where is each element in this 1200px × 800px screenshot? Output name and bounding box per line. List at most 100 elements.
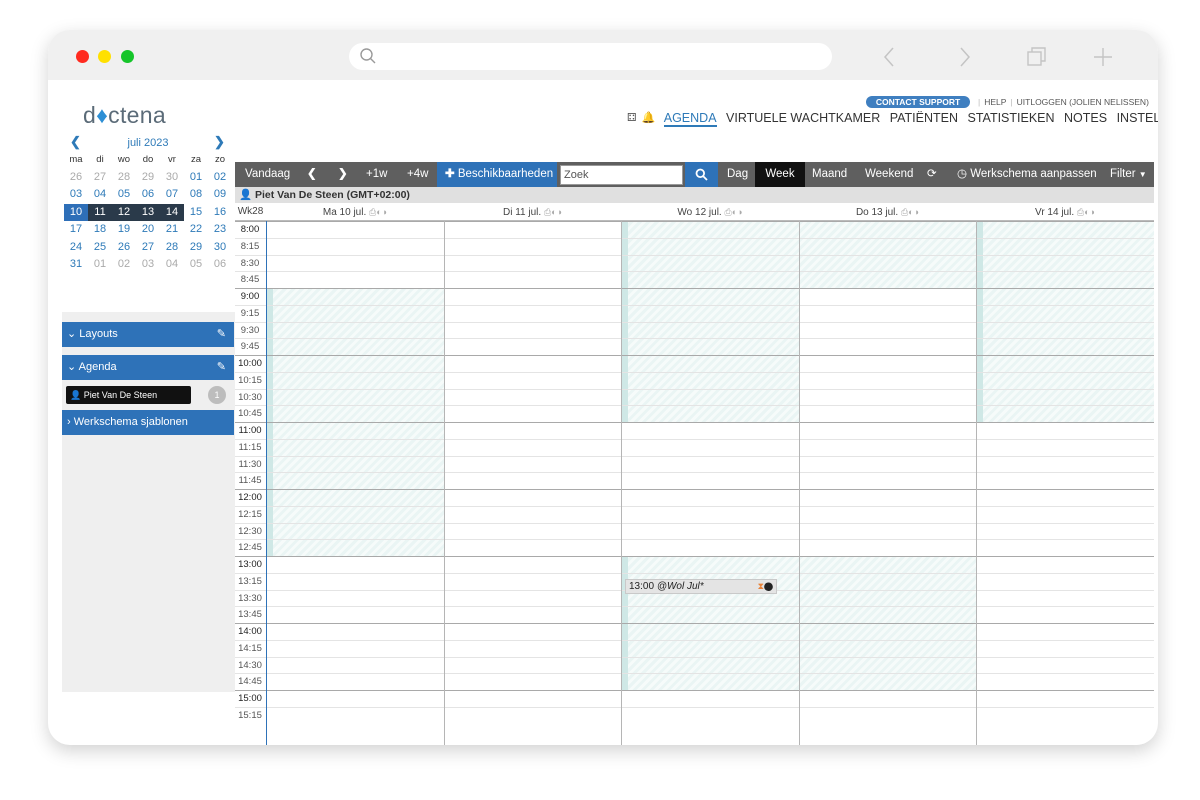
time-slot[interactable]: 8:45 (235, 271, 1154, 288)
view-day-tab[interactable]: Dag (727, 162, 748, 187)
address-bar[interactable] (349, 43, 832, 70)
contact-support-button[interactable]: CONTACT SUPPORT (866, 96, 970, 108)
agenda-person-item[interactable]: 👤 Piet Van De Steen (66, 386, 191, 404)
calendar-day[interactable]: 03 (64, 186, 88, 204)
time-slot[interactable]: 9:15 (235, 304, 1154, 322)
calendar-day[interactable]: 12 (112, 203, 136, 221)
time-slot[interactable]: 12:30 (235, 522, 1154, 540)
print-icon[interactable]: ⎙◐◑ (544, 207, 562, 217)
day-header[interactable]: Vr 14 jul. ⎙◐◑ (976, 203, 1154, 221)
time-slot[interactable]: 8:15 (235, 237, 1154, 255)
next-week-icon[interactable]: ❯ (338, 162, 348, 187)
time-slot[interactable]: 14:15 (235, 639, 1154, 657)
calendar-day[interactable]: 28 (160, 239, 184, 257)
time-slot[interactable]: 12:45 (235, 539, 1154, 556)
edit-layouts-icon[interactable]: ✎ (217, 322, 226, 347)
view-week-tab[interactable]: Week (755, 162, 805, 187)
calendar-day[interactable]: 10 (64, 203, 88, 221)
nav-settings[interactable]: INSTELLINGEN (1117, 111, 1158, 125)
nav-notes[interactable]: NOTES (1064, 111, 1107, 125)
time-slot[interactable]: 9:00 (235, 288, 1154, 305)
day-header[interactable]: Do 13 jul. ⎙◐◑ (799, 203, 976, 221)
filter-dropdown[interactable]: Filter ▼ (1110, 162, 1147, 187)
layouts-section[interactable]: ⌄ Layouts ✎ (62, 322, 234, 347)
calendar-day[interactable]: 01 (88, 256, 112, 274)
day-header[interactable]: Ma 10 jul. ⎙◐◑ (266, 203, 444, 221)
calendar-day[interactable]: 26 (112, 239, 136, 257)
back-icon[interactable] (882, 46, 896, 68)
calendar-day[interactable]: 17 (64, 221, 88, 239)
print-icon[interactable]: ⎙◐◑ (725, 207, 743, 217)
time-slot[interactable]: 13:00 (235, 556, 1154, 573)
calendar-day[interactable]: 08 (184, 186, 208, 204)
edit-agenda-icon[interactable]: ✎ (217, 355, 226, 380)
minimize-window-button[interactable] (98, 50, 111, 63)
calendar-day[interactable]: 19 (112, 221, 136, 239)
time-slot[interactable]: 11:15 (235, 438, 1154, 456)
calendar-day[interactable]: 15 (184, 204, 208, 222)
time-slot[interactable]: 13:45 (235, 606, 1154, 623)
time-slot[interactable]: 10:30 (235, 388, 1154, 406)
gift-icon[interactable]: ⚃ (627, 111, 637, 124)
plus-4-weeks-button[interactable]: +4w (407, 162, 428, 187)
time-slot[interactable]: 8:00 (235, 221, 1154, 238)
print-icon[interactable]: ⎙◐◑ (901, 207, 919, 217)
calendar-day[interactable]: 02 (208, 169, 232, 187)
print-icon[interactable]: ⎙◐◑ (1077, 207, 1095, 217)
calendar-day[interactable]: 29 (136, 169, 160, 187)
time-slot[interactable]: 14:45 (235, 673, 1154, 690)
calendar-day[interactable]: 02 (112, 256, 136, 274)
calendar-day[interactable]: 26 (64, 169, 88, 187)
tabs-icon[interactable] (1026, 46, 1048, 68)
prev-week-icon[interactable]: ❮ (307, 162, 317, 187)
calendar-day[interactable]: 07 (160, 186, 184, 204)
time-slot[interactable]: 10:45 (235, 405, 1154, 422)
appointment-event[interactable]: 13:00 @Wol Jul* ⧗⬤ (625, 579, 777, 594)
view-month-tab[interactable]: Maand (812, 162, 847, 187)
time-slot[interactable]: 12:15 (235, 505, 1154, 523)
calendar-day[interactable]: 20 (136, 221, 160, 239)
calendar-day[interactable]: 13 (136, 203, 160, 221)
time-slot[interactable]: 14:30 (235, 656, 1154, 674)
refresh-icon[interactable]: ⟳ (927, 162, 937, 187)
time-slot[interactable]: 12:00 (235, 489, 1154, 506)
calendar-day[interactable]: 06 (136, 186, 160, 204)
calendar-day[interactable]: 04 (160, 256, 184, 274)
calendar-day[interactable]: 23 (208, 221, 232, 239)
doctena-logo[interactable]: d♦ctena (83, 102, 166, 129)
help-link[interactable]: HELP (984, 97, 1006, 107)
calendar-day[interactable]: 04 (88, 186, 112, 204)
calendar-day[interactable]: 06 (208, 256, 232, 274)
next-month-icon[interactable]: ❯ (214, 134, 225, 150)
close-window-button[interactable] (76, 50, 89, 63)
nav-statistics[interactable]: STATISTIEKEN (967, 111, 1054, 125)
time-slot[interactable]: 9:30 (235, 321, 1154, 339)
time-slot[interactable]: 14:00 (235, 623, 1154, 640)
forward-icon[interactable] (958, 46, 972, 68)
view-weekend-tab[interactable]: Weekend (865, 162, 913, 187)
time-slot[interactable]: 11:30 (235, 455, 1154, 473)
calendar-day[interactable]: 21 (160, 221, 184, 239)
plus-1-week-button[interactable]: +1w (366, 162, 387, 187)
nav-agenda[interactable]: AGENDA (663, 111, 717, 127)
calendar-day[interactable]: 18 (88, 221, 112, 239)
calendar-day[interactable]: 29 (184, 239, 208, 257)
calendar-day[interactable]: 30 (208, 239, 232, 257)
calendar-day[interactable]: 03 (136, 256, 160, 274)
time-slot[interactable]: 11:45 (235, 472, 1154, 489)
time-slot[interactable]: 10:15 (235, 371, 1154, 389)
calendar-day[interactable]: 11 (88, 203, 112, 221)
time-slot[interactable]: 9:45 (235, 338, 1154, 355)
search-input[interactable]: Zoek (560, 165, 683, 185)
logout-link[interactable]: UITLOGGEN (JOLIEN NELISSEN) (1017, 97, 1149, 107)
time-slot[interactable]: 11:00 (235, 422, 1154, 439)
calendar-day[interactable]: 24 (64, 239, 88, 257)
time-slot[interactable]: 8:30 (235, 254, 1154, 272)
calendar-day[interactable]: 30 (160, 169, 184, 187)
calendar-day[interactable]: 01 (184, 169, 208, 187)
calendar-day[interactable]: 27 (136, 239, 160, 257)
time-slot[interactable]: 15:00 (235, 690, 1154, 707)
availability-button[interactable]: ✚ Beschikbaarheden (437, 162, 557, 187)
calendar-day[interactable]: 27 (88, 169, 112, 187)
calendar-day[interactable]: 28 (112, 169, 136, 187)
